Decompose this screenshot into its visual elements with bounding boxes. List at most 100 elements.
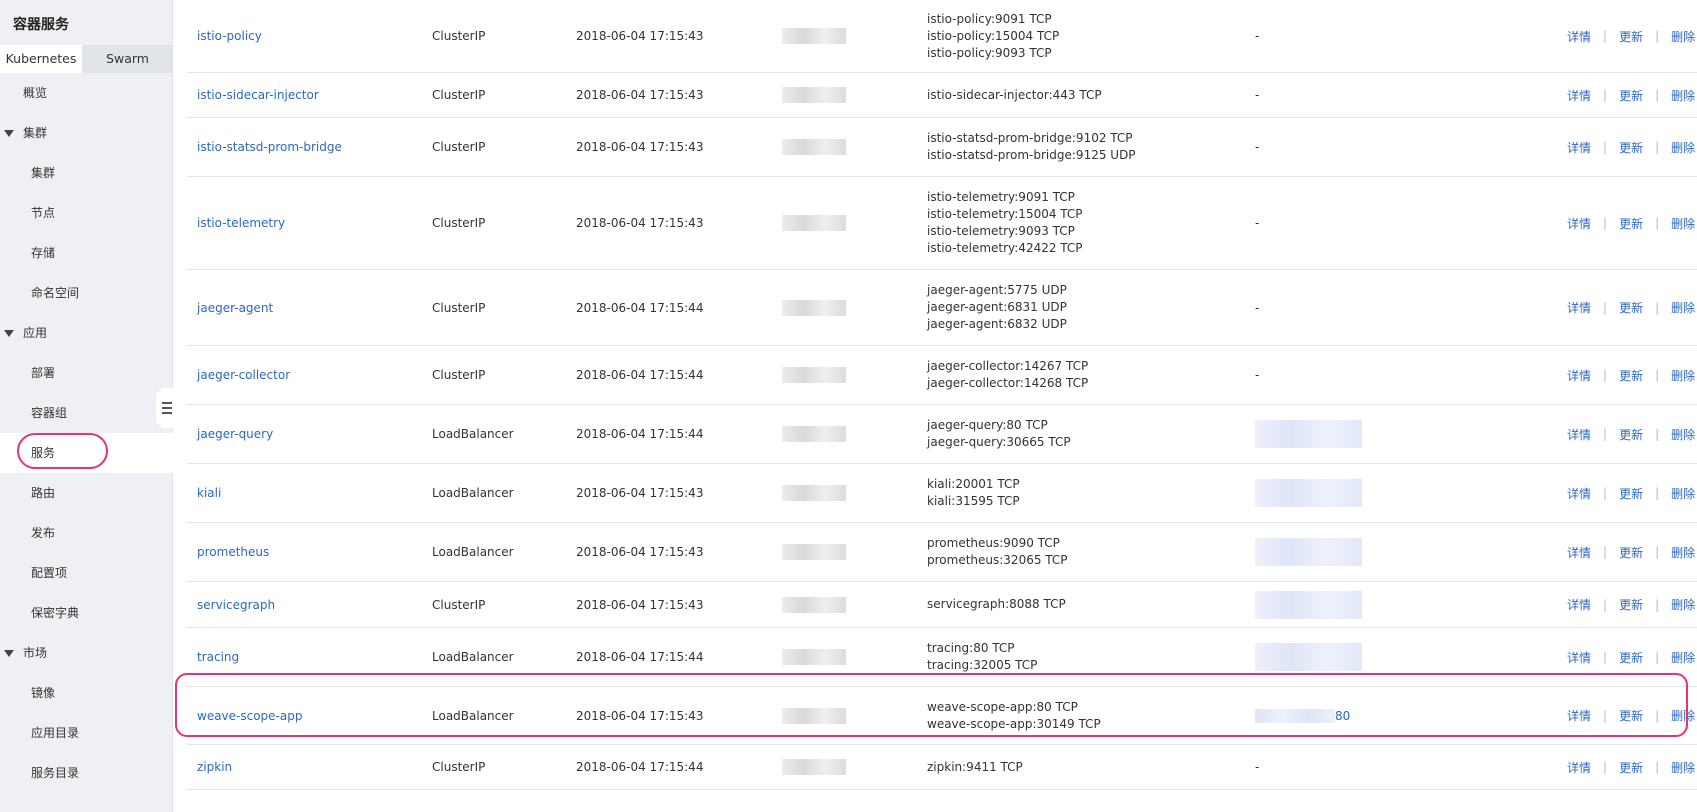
sidebar-item-service-catalog[interactable]: 服务目录	[0, 753, 173, 793]
detail-link[interactable]: 详情	[1567, 367, 1591, 384]
service-name-link[interactable]: jaeger-query	[197, 405, 273, 463]
delete-link[interactable]: 删除	[1671, 707, 1695, 724]
detail-link[interactable]: 详情	[1567, 544, 1591, 561]
delete-link[interactable]: 删除	[1671, 215, 1695, 232]
delete-link[interactable]: 删除	[1671, 649, 1695, 666]
update-link[interactable]: 更新	[1619, 707, 1643, 724]
cluster-ip-redacted	[782, 405, 846, 463]
sidebar-item-namespaces[interactable]: 命名空间	[0, 273, 173, 313]
sidebar-item-pods[interactable]: 容器组	[0, 393, 173, 433]
service-name-link[interactable]: prometheus	[197, 523, 269, 581]
port-line: servicegraph:8088 TCP	[927, 597, 1066, 611]
sidebar-item-deployments[interactable]: 部署	[0, 353, 173, 393]
sidebar-item-images[interactable]: 镜像	[0, 673, 173, 713]
service-name-link[interactable]: istio-sidecar-injector	[197, 73, 319, 117]
sidebar-item-nodes[interactable]: 节点	[0, 193, 173, 233]
delete-link[interactable]: 删除	[1671, 426, 1695, 443]
service-name-link[interactable]: servicegraph	[197, 582, 275, 627]
detail-link[interactable]: 详情	[1567, 426, 1591, 443]
update-link[interactable]: 更新	[1619, 596, 1643, 613]
sidebar-item-ingress[interactable]: 路由	[0, 473, 173, 513]
sidebar-item-services[interactable]: 服务	[0, 433, 173, 473]
detail-link[interactable]: 详情	[1567, 759, 1591, 776]
detail-link[interactable]: 详情	[1567, 87, 1591, 104]
sidebar-item-configmaps[interactable]: 配置项	[0, 553, 173, 593]
port-line: kiali:20001 TCP	[927, 477, 1020, 491]
detail-link[interactable]: 详情	[1567, 485, 1591, 502]
detail-link[interactable]: 详情	[1567, 28, 1591, 45]
sidebar-item-overview[interactable]: 概览	[0, 73, 173, 113]
delete-link[interactable]: 删除	[1671, 299, 1695, 316]
detail-link[interactable]: 详情	[1567, 596, 1591, 613]
delete-link[interactable]: 删除	[1671, 139, 1695, 156]
sidebar-item-releases[interactable]: 发布	[0, 513, 173, 553]
service-ports: prometheus:9090 TCP prometheus:32065 TCP	[927, 523, 1068, 581]
tab-swarm[interactable]: Swarm	[82, 45, 173, 73]
sidebar-group-apps[interactable]: 应用	[0, 313, 173, 353]
delete-link[interactable]: 删除	[1671, 367, 1695, 384]
service-name-link[interactable]: weave-scope-app	[197, 687, 302, 744]
detail-link[interactable]: 详情	[1567, 649, 1591, 666]
service-type: LoadBalancer	[432, 708, 514, 723]
separator: |	[1655, 368, 1660, 382]
created-time: 2018-06-04 17:15:44	[576, 427, 704, 441]
created-time: 2018-06-04 17:15:43	[576, 486, 704, 500]
service-name-link[interactable]: jaeger-agent	[197, 270, 273, 345]
created-time: 2018-06-04 17:15:44	[576, 650, 704, 664]
update-link[interactable]: 更新	[1619, 139, 1643, 156]
sidebar-item-clusters[interactable]: 集群	[0, 153, 173, 193]
row-operations: 详情 | 更新 | 删除	[1567, 346, 1695, 404]
service-name-link[interactable]: istio-policy	[197, 0, 262, 72]
separator: |	[1655, 427, 1660, 441]
service-name-link[interactable]: zipkin	[197, 745, 232, 789]
delete-link[interactable]: 删除	[1671, 596, 1695, 613]
service-name-link[interactable]: istio-statsd-prom-bridge	[197, 118, 342, 176]
separator: |	[1603, 545, 1608, 559]
sidebar-group-cluster[interactable]: 集群	[0, 113, 173, 153]
update-link[interactable]: 更新	[1619, 299, 1643, 316]
port-line: istio-telemetry:9093 TCP	[927, 224, 1075, 238]
update-link[interactable]: 更新	[1619, 367, 1643, 384]
delete-link[interactable]: 删除	[1671, 28, 1695, 45]
separator: |	[1655, 597, 1660, 612]
delete-link[interactable]: 删除	[1671, 485, 1695, 502]
update-link[interactable]: 更新	[1619, 215, 1643, 232]
sidebar-collapse-handle[interactable]	[156, 388, 173, 428]
service-name-link[interactable]: tracing	[197, 628, 239, 686]
update-link[interactable]: 更新	[1619, 544, 1643, 561]
created-time: 2018-06-04 17:15:44	[576, 368, 704, 382]
detail-link[interactable]: 详情	[1567, 299, 1591, 316]
delete-link[interactable]: 删除	[1671, 544, 1695, 561]
update-link[interactable]: 更新	[1619, 426, 1643, 443]
external-endpoint-link[interactable]: 80	[1335, 709, 1350, 723]
separator: |	[1603, 486, 1608, 500]
cluster-ip-redacted	[782, 464, 846, 522]
external-endpoint: -	[1255, 216, 1260, 230]
port-line: jaeger-collector:14267 TCP	[927, 359, 1089, 373]
cluster-ip-redacted	[782, 0, 846, 72]
service-name-link[interactable]: jaeger-collector	[197, 346, 290, 404]
detail-link[interactable]: 详情	[1567, 215, 1591, 232]
external-endpoint: -	[1255, 29, 1260, 43]
update-link[interactable]: 更新	[1619, 87, 1643, 104]
update-link[interactable]: 更新	[1619, 485, 1643, 502]
service-name-link[interactable]: kiali	[197, 464, 221, 522]
tab-kubernetes[interactable]: Kubernetes	[0, 45, 82, 73]
service-type: ClusterIP	[432, 300, 486, 315]
cluster-ip-redacted	[782, 118, 846, 176]
sidebar-group-market[interactable]: 市场	[0, 633, 173, 673]
row-operations: 详情 | 更新 | 删除	[1567, 687, 1695, 744]
sidebar-item-app-catalog[interactable]: 应用目录	[0, 713, 173, 753]
delete-link[interactable]: 删除	[1671, 759, 1695, 776]
update-link[interactable]: 更新	[1619, 649, 1643, 666]
row-operations: 详情 | 更新 | 删除	[1567, 73, 1695, 117]
detail-link[interactable]: 详情	[1567, 707, 1591, 724]
sidebar-item-storage[interactable]: 存储	[0, 233, 173, 273]
service-name-link[interactable]: istio-telemetry	[197, 177, 285, 269]
update-link[interactable]: 更新	[1619, 28, 1643, 45]
detail-link[interactable]: 详情	[1567, 139, 1591, 156]
sidebar-title: 容器服务	[13, 17, 69, 33]
update-link[interactable]: 更新	[1619, 759, 1643, 776]
sidebar-item-secrets[interactable]: 保密字典	[0, 593, 173, 633]
delete-link[interactable]: 删除	[1671, 87, 1695, 104]
